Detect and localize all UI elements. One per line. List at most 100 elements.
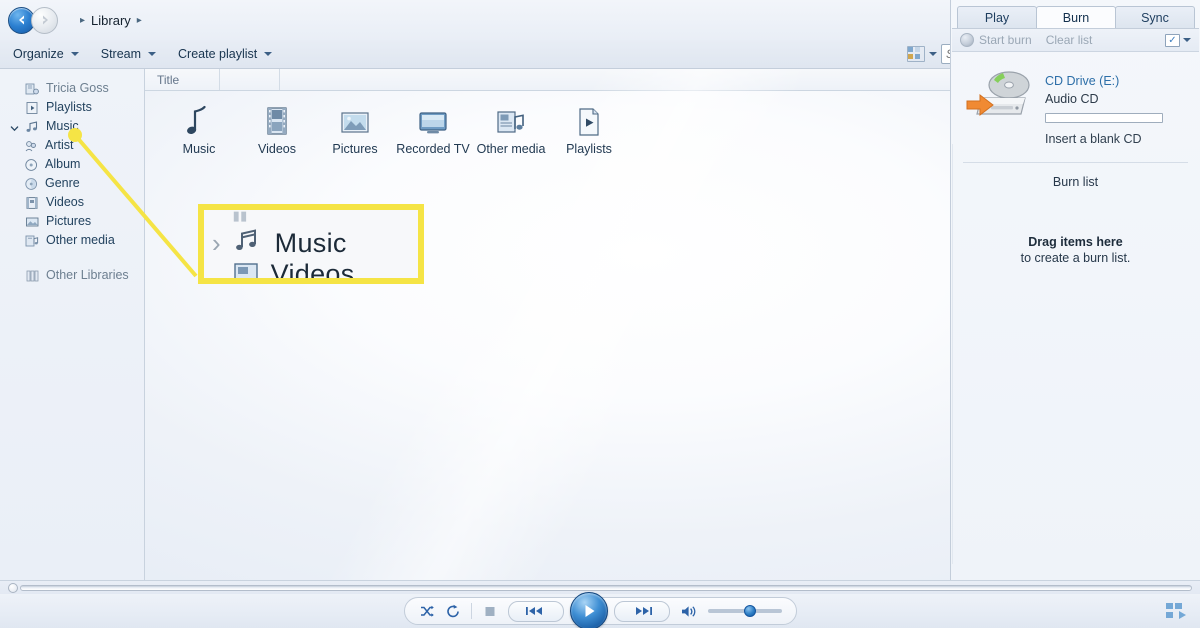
callout-highlight-box: › ▮▮ › Music › <box>198 204 424 284</box>
artist-icon <box>24 139 39 153</box>
category-tile-playlists[interactable]: Playlists <box>553 103 625 156</box>
tab-label: Burn <box>1062 10 1090 25</box>
tab-sync[interactable]: Sync <box>1115 6 1195 28</box>
sidebar-item-label: Playlists <box>46 100 92 115</box>
sidebar-item-label: Pictures <box>46 214 92 229</box>
switch-to-now-playing-arrow-icon[interactable] <box>1179 611 1186 619</box>
burn-pane-toolbar: Start burn Clear list ✓ <box>952 28 1199 52</box>
navigation-sidebar: Tricia Goss Playlists Music Artist Album… <box>0 69 145 580</box>
chevron-right-icon[interactable]: › <box>212 230 221 256</box>
sidebar-item-album[interactable]: Album <box>0 155 144 174</box>
tab-burn[interactable]: Burn <box>1036 6 1116 28</box>
cd-drive-info: CD Drive (E:) Audio CD Insert a blank CD <box>1045 68 1163 146</box>
tab-play[interactable]: Play <box>957 6 1037 28</box>
clear-list-button[interactable]: Clear list <box>1046 33 1093 47</box>
breadcrumb-item-library[interactable]: Library <box>91 13 131 28</box>
picture-frame-icon <box>339 103 371 137</box>
category-tile-recorded-tv[interactable]: Recorded TV <box>396 103 470 156</box>
next-button[interactable] <box>613 600 670 622</box>
category-tile-label: Playlists <box>566 142 612 156</box>
stop-button[interactable] <box>482 604 498 619</box>
list-options-icon[interactable]: ✓ <box>1165 33 1180 47</box>
burn-list-title: Burn list <box>1052 175 1099 189</box>
pane-options-group: ✓ <box>1165 33 1191 47</box>
sidebar-item-artist[interactable]: Artist <box>0 136 144 155</box>
burn-pane: Play Burn Sync Start burn Clear list ✓ C… <box>950 0 1200 580</box>
sidebar-item-music[interactable]: Music <box>0 117 144 136</box>
category-tile-pictures[interactable]: Pictures <box>319 103 391 156</box>
category-tile-label: Recorded TV <box>396 142 470 156</box>
sidebar-item-label: Other Libraries <box>46 268 129 283</box>
column-header-blank <box>220 69 280 90</box>
category-tile-videos[interactable]: Videos <box>241 103 313 156</box>
tab-label: Sync <box>1141 10 1169 25</box>
breadcrumb[interactable]: ▸ Library ▸ <box>74 13 148 28</box>
sidebar-item-label: Other media <box>46 233 115 248</box>
playback-controls-group <box>403 592 797 628</box>
music-note-icon <box>25 120 40 134</box>
genre-icon <box>24 177 39 191</box>
pane-tabs: Play Burn Sync <box>951 0 1200 28</box>
controls-divider <box>470 603 472 619</box>
category-tile-other-media[interactable]: Other media <box>475 103 547 156</box>
column-header-title[interactable]: Title <box>145 69 220 90</box>
callout-clipped-videos-label: Videos <box>270 258 355 284</box>
expander-placeholder <box>10 103 19 112</box>
library-user-icon <box>25 82 40 96</box>
category-tile-label: Music <box>182 142 216 156</box>
sidebar-item-playlists[interactable]: Playlists <box>0 98 144 117</box>
expander-placeholder <box>10 84 19 93</box>
repeat-button[interactable] <box>445 604 461 619</box>
breadcrumb-chevron-icon[interactable]: ▸ <box>137 15 142 26</box>
clear-list-label: Clear list <box>1045 33 1093 47</box>
shuffle-button[interactable] <box>419 604 435 619</box>
playback-controls-bar <box>0 592 1200 628</box>
category-tile-label: Videos <box>258 142 296 156</box>
seek-bar[interactable] <box>20 584 1192 591</box>
television-icon <box>417 103 449 137</box>
chevron-down-icon[interactable] <box>10 122 19 132</box>
tab-label: Play <box>984 10 1010 25</box>
seek-handle[interactable] <box>8 582 18 593</box>
callout-clipped-top-text: ▮▮ <box>232 208 248 223</box>
chevron-down-icon <box>264 52 273 56</box>
expander-placeholder <box>10 271 19 280</box>
previous-button[interactable] <box>507 600 564 622</box>
sidebar-item-genre[interactable]: Genre <box>0 174 144 193</box>
category-tile-label: Other media <box>476 142 546 156</box>
play-button[interactable] <box>569 592 608 628</box>
insert-disc-hint: Insert a blank CD <box>1045 132 1142 146</box>
forward-arrow-icon <box>31 6 58 34</box>
music-note-icon <box>184 103 214 137</box>
sidebar-item-label: Videos <box>46 195 84 210</box>
organize-label: Organize <box>13 47 64 61</box>
volume-handle[interactable] <box>743 605 756 617</box>
sidebar-item-label: Tricia Goss <box>46 81 109 96</box>
sidebar-item-videos[interactable]: Videos <box>0 193 144 212</box>
sidebar-item-label: Artist <box>45 138 74 153</box>
start-burn-button[interactable]: Start burn <box>960 33 1032 47</box>
view-options-chevron-icon[interactable] <box>929 52 937 56</box>
media-player-window: ▸ Library ▸ Organize Stream Create playl… <box>0 0 1200 628</box>
cd-drive-section: CD Drive (E:) Audio CD Insert a blank CD <box>951 52 1200 158</box>
create-playlist-button[interactable]: Create playlist <box>169 44 281 64</box>
view-options-icon[interactable] <box>907 46 925 62</box>
category-tile-music[interactable]: Music <box>163 103 235 156</box>
capacity-bar <box>1045 113 1163 123</box>
burn-list-dropzone[interactable]: Drag items here to create a burn list. <box>951 189 1200 265</box>
stream-menu-button[interactable]: Stream <box>92 44 165 64</box>
cd-drive-name[interactable]: CD Drive (E:) <box>1045 74 1163 88</box>
sidebar-item-tricia-goss[interactable]: Tricia Goss <box>0 79 144 98</box>
mute-button[interactable] <box>680 604 698 619</box>
category-tile-label: Pictures <box>332 142 378 156</box>
sidebar-item-other-media[interactable]: Other media <box>0 231 144 250</box>
callout-row-clipped-top: › ▮▮ <box>204 208 418 223</box>
category-tile-list: Music Videos Pictures Recorded TV Other … <box>145 91 950 156</box>
sidebar-item-pictures[interactable]: Pictures <box>0 212 144 231</box>
cd-media-type: Audio CD <box>1045 92 1099 106</box>
organize-menu-button[interactable]: Organize <box>4 44 88 64</box>
volume-slider[interactable] <box>707 605 782 617</box>
other-media-icon <box>495 103 527 137</box>
chevron-down-icon[interactable] <box>1183 38 1191 42</box>
sidebar-item-other-libraries[interactable]: Other Libraries <box>0 266 144 285</box>
